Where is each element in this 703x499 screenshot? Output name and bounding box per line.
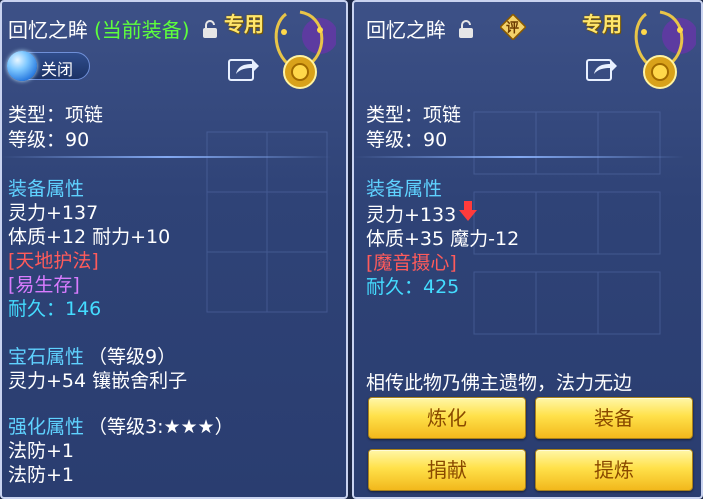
equip-button[interactable]: 装备 xyxy=(535,397,693,439)
item-name: 回忆之眸 xyxy=(366,18,446,42)
lock-icon[interactable] xyxy=(202,20,218,38)
durability: 耐久：146 xyxy=(8,298,102,320)
share-icon[interactable] xyxy=(228,54,260,82)
enhance-level: （等级3:★★★） xyxy=(88,416,234,438)
evaluate-label: 评 xyxy=(506,21,520,36)
item-level: 等级：90 xyxy=(366,129,448,151)
toggle-switch[interactable]: 关闭 xyxy=(7,51,90,81)
attr-line: 灵力+133 xyxy=(366,204,457,226)
equip-attr-header: 装备属性 xyxy=(366,178,443,200)
donate-button[interactable]: 捐献 xyxy=(368,449,526,491)
exclusive-label: 专用 xyxy=(224,12,264,36)
special-effect: [易生存] xyxy=(8,274,80,296)
gem-attr-header: 宝石属性 xyxy=(8,346,85,368)
gem-level: （等级9） xyxy=(88,346,177,368)
divider xyxy=(2,156,332,158)
necklace-icon xyxy=(274,10,336,89)
equip-attr-header: 装备属性 xyxy=(8,178,85,200)
compare-item-tooltip: 回忆之眸 评 专用 类型：项链 等级：90 装备属性 灵力+133 体质+35 … xyxy=(352,0,703,499)
durability: 耐久：425 xyxy=(366,276,460,298)
attr-line: 灵力+137 xyxy=(8,202,99,224)
divider xyxy=(354,156,684,158)
current-item-tooltip: 回忆之眸 (当前装备) 专用 关闭 类型：项链 等级：90 装备属性 灵力+13… xyxy=(0,0,348,499)
equipped-tag: (当前装备) xyxy=(94,18,190,42)
attr-line: 体质+35 魔力-12 xyxy=(366,228,520,250)
enhance-attr-line: 法防+1 xyxy=(8,440,75,462)
attr-line: 体质+12 耐力+10 xyxy=(8,226,171,248)
down-arrow-icon xyxy=(459,201,477,221)
necklace-icon xyxy=(634,10,696,89)
item-type: 类型：项链 xyxy=(8,104,104,126)
item-level: 等级：90 xyxy=(8,129,90,151)
item-description: 相传此物乃佛主遗物，法力无边 xyxy=(366,372,633,394)
special-skill: [魔音摄心] xyxy=(366,252,457,274)
enhance-attr-line: 法防+1 xyxy=(8,464,75,486)
lock-icon[interactable] xyxy=(458,20,474,38)
share-icon[interactable] xyxy=(586,54,618,82)
enhance-attr-header: 强化属性 xyxy=(8,416,85,438)
exclusive-label: 专用 xyxy=(582,12,622,36)
gem-attr-line: 灵力+54 镶嵌舍利子 xyxy=(8,370,188,392)
toggle-label: 关闭 xyxy=(41,60,74,79)
refine-button[interactable]: 炼化 xyxy=(368,397,526,439)
toggle-icon xyxy=(7,51,37,81)
special-skill: [天地护法] xyxy=(8,250,99,272)
item-type: 类型：项链 xyxy=(366,104,462,126)
extract-button[interactable]: 提炼 xyxy=(535,449,693,491)
item-name: 回忆之眸 xyxy=(8,18,88,42)
